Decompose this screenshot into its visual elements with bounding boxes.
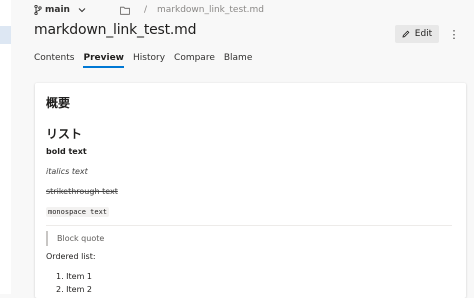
chevron-down-icon[interactable] — [78, 6, 86, 14]
breadcrumb: main / markdown_link_test.md — [34, 3, 264, 17]
preview-heading-2: リスト — [46, 127, 83, 141]
left-nav-strip — [0, 0, 11, 294]
block-quote-text: Block quote — [57, 234, 105, 243]
preview-bold-text: bold text — [46, 147, 87, 156]
file-tabs: Contents Preview History Compare Blame — [34, 53, 261, 68]
branch-selector[interactable]: main — [45, 5, 70, 15]
more-actions-button[interactable]: ⋮ — [448, 25, 460, 43]
tab-contents[interactable]: Contents — [34, 53, 74, 68]
page-title: markdown_link_test.md — [34, 22, 197, 38]
folder-icon[interactable] — [120, 6, 130, 15]
preview-block-quote: Block quote — [46, 231, 104, 246]
preview-heading-1: 概要 — [46, 96, 71, 110]
preview-monospace-text: monospace text — [46, 207, 110, 217]
edit-button[interactable]: Edit — [395, 25, 439, 43]
breadcrumb-file[interactable]: markdown_link_test.md — [157, 5, 264, 15]
ordered-list-label: Ordered list: — [46, 252, 96, 261]
tab-compare[interactable]: Compare — [174, 53, 215, 68]
tab-blame[interactable]: Blame — [224, 53, 253, 68]
branch-icon — [34, 5, 42, 15]
preview-italic-text: italics text — [46, 167, 88, 176]
preview-divider — [46, 225, 452, 226]
tab-history[interactable]: History — [133, 53, 165, 68]
pencil-icon — [402, 30, 410, 38]
ordered-list-item: 1. Item 1 — [56, 272, 93, 281]
ordered-list-item: 2. Item 2 — [56, 285, 93, 294]
breadcrumb-separator: / — [143, 5, 147, 15]
left-nav-selected-item[interactable] — [0, 26, 11, 44]
edit-button-label: Edit — [414, 29, 433, 39]
tab-preview[interactable]: Preview — [83, 53, 124, 68]
more-vertical-icon: ⋮ — [448, 27, 460, 41]
preview-strikethrough-text: strikethrough text — [46, 187, 118, 196]
markdown-preview-card: 概要 リスト bold text italics text strikethro… — [35, 83, 466, 298]
